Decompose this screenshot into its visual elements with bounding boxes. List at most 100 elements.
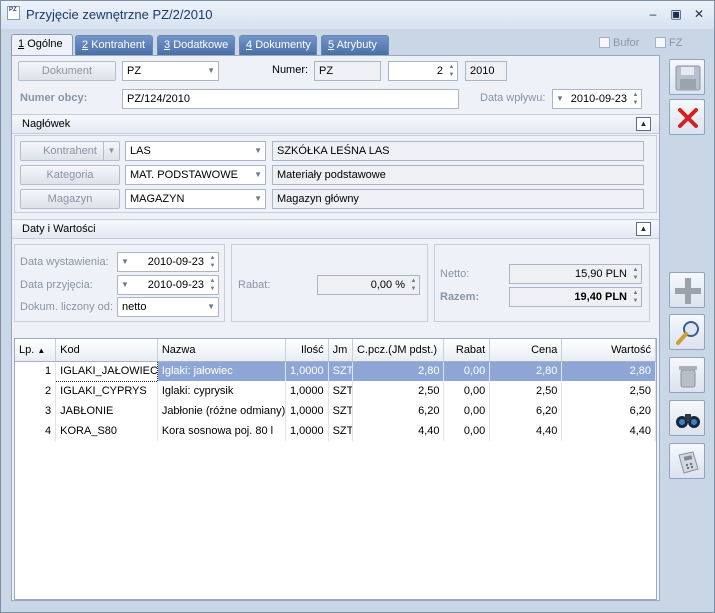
chevron-down-icon[interactable]: ▼ bbox=[121, 253, 129, 271]
table-row[interactable]: 3 JABŁONIE Jabłonie (różne odmiany) 1,00… bbox=[15, 401, 656, 421]
bufor-checkbox[interactable]: Bufor bbox=[599, 37, 639, 49]
cell-kod[interactable]: IGLAKI_JAŁOWIEC bbox=[55, 360, 158, 382]
kontrahent-code-select[interactable]: LAS ▼ bbox=[125, 141, 266, 161]
magazyn-name-field: Magazyn główny bbox=[272, 189, 644, 209]
chevron-down-icon[interactable]: ▼ bbox=[556, 90, 564, 108]
col-wartosc[interactable]: Wartość bbox=[561, 339, 656, 362]
collapse-icon[interactable]: ▲ bbox=[636, 117, 651, 131]
cell-wartosc: 4,40 bbox=[561, 421, 656, 441]
magnifier-icon bbox=[676, 321, 699, 345]
document-window: PZ Przyjęcie zewnętrzne PZ/2/2010 – ▣ ✕ … bbox=[0, 0, 715, 613]
col-ilosc[interactable]: Ilość bbox=[285, 339, 329, 362]
cell-ilosc: 1,0000 bbox=[285, 421, 329, 441]
data-wystawienia-label: Data wystawienia: bbox=[20, 256, 109, 268]
col-cena[interactable]: Cena bbox=[489, 339, 563, 362]
save-button[interactable] bbox=[669, 59, 705, 95]
spin-arrows-icon[interactable]: ▲ ▼ bbox=[209, 277, 216, 293]
daty-section-header: Daty i Wartości ▲ bbox=[12, 219, 659, 239]
cell-jm: SZT bbox=[328, 361, 353, 381]
items-grid: Lp. ▲ Kod Nazwa Ilość Jm C.pcz.(JM pdst.… bbox=[14, 338, 657, 600]
data-przyjecia-input[interactable]: ▼ 2010-09-23 ▲ ▼ bbox=[117, 275, 219, 295]
chevron-down-icon: ▼ bbox=[254, 194, 262, 203]
numer-obcy-input[interactable]: PZ/124/2010 bbox=[122, 89, 459, 109]
tab-dokumenty[interactable]: 4 Dokumenty bbox=[239, 35, 317, 55]
numer-prefix-field: PZ bbox=[314, 61, 381, 81]
tab-dodatkowe[interactable]: 3 Dodatkowe bbox=[157, 35, 235, 55]
spin-arrows-icon[interactable]: ▲ ▼ bbox=[448, 63, 455, 79]
col-rabat[interactable]: Rabat bbox=[443, 339, 491, 362]
minimize-icon[interactable]: – bbox=[645, 7, 661, 21]
cell-jm: SZT bbox=[328, 381, 353, 401]
cancel-button[interactable] bbox=[669, 99, 705, 135]
rabat-input[interactable]: 0,00 % ▲ ▼ bbox=[317, 275, 420, 295]
table-row[interactable]: 4 KORA_S80 Kora sosnowa poj. 80 l 1,0000… bbox=[15, 421, 656, 441]
data-wystawienia-input[interactable]: ▼ 2010-09-23 ▲ ▼ bbox=[117, 252, 219, 272]
chevron-down-icon: ▼ bbox=[207, 302, 215, 311]
delete-item-button[interactable] bbox=[669, 357, 705, 393]
cell-kod[interactable]: IGLAKI_CYPRYS bbox=[55, 381, 158, 401]
cell-nazwa: Jabłonie (różne odmiany) bbox=[157, 401, 286, 421]
col-lp[interactable]: Lp. ▲ bbox=[15, 339, 57, 362]
tab-ogolne[interactable]: 1 Ogólne bbox=[11, 34, 73, 56]
dokum-liczony-select[interactable]: netto ▼ bbox=[117, 297, 219, 317]
cell-lp: 2 bbox=[15, 381, 57, 401]
tab-atrybuty[interactable]: 5 Atrybuty bbox=[321, 35, 389, 55]
table-row[interactable]: 1 IGLAKI_JAŁOWIEC Iglaki: jałowiec 1,000… bbox=[15, 360, 656, 382]
numer-stepper[interactable]: 2 ▲ ▼ bbox=[388, 61, 458, 81]
kategoria-button[interactable]: Kategoria bbox=[20, 165, 120, 185]
col-kod[interactable]: Kod bbox=[55, 339, 158, 362]
fz-checkbox[interactable]: FZ bbox=[655, 37, 682, 49]
add-item-button[interactable] bbox=[669, 272, 705, 308]
data-wplywu-label: Data wpływu: bbox=[480, 92, 546, 104]
document-icon: PZ bbox=[7, 6, 20, 20]
kontrahent-button[interactable]: Kontrahent ▼ bbox=[20, 141, 120, 161]
general-tab-panel: Dokument PZ ▼ Numer: PZ 2 ▲ ▼ 2010 Numer ob… bbox=[11, 55, 660, 601]
collapse-icon[interactable]: ▲ bbox=[636, 222, 651, 236]
cell-wartosc: 2,50 bbox=[561, 381, 656, 401]
cell-rabat: 0,00 bbox=[443, 421, 491, 441]
data-wplywu-input[interactable]: ▼ 2010-09-23 ▲ ▼ bbox=[552, 89, 642, 109]
cell-cena-poczatkowa: 2,80 bbox=[352, 361, 445, 381]
netto-field: 15,90 PLN ▲ ▼ bbox=[509, 264, 642, 284]
dokument-select[interactable]: PZ ▼ bbox=[122, 61, 219, 81]
razem-field: 19,40 PLN ▲ ▼ bbox=[509, 287, 642, 307]
magazyn-button[interactable]: Magazyn bbox=[20, 189, 120, 209]
cell-jm: SZT bbox=[328, 401, 353, 421]
tab-kontrahent[interactable]: 2 Kontrahent bbox=[75, 35, 153, 55]
close-icon[interactable]: ✕ bbox=[691, 7, 707, 21]
cell-rabat: 0,00 bbox=[443, 381, 491, 401]
cell-rabat: 0,00 bbox=[443, 401, 491, 421]
kategoria-name-field: Materiały podstawowe bbox=[272, 165, 644, 185]
numer-label: Numer: bbox=[272, 64, 309, 76]
sort-asc-icon: ▲ bbox=[37, 345, 46, 355]
magazyn-code-select[interactable]: MAGAZYN ▼ bbox=[125, 189, 266, 209]
cell-nazwa: Kora sosnowa poj. 80 l bbox=[157, 421, 286, 441]
cell-cena-poczatkowa: 4,40 bbox=[352, 421, 445, 441]
spin-arrows-icon[interactable]: ▲ ▼ bbox=[209, 254, 216, 270]
cell-cena-poczatkowa: 2,50 bbox=[352, 381, 445, 401]
cash-register-icon bbox=[678, 451, 699, 474]
red-x-icon bbox=[678, 108, 698, 128]
dokument-button[interactable]: Dokument bbox=[18, 61, 116, 81]
cell-cena: 6,20 bbox=[489, 401, 563, 421]
razem-label: Razem: bbox=[440, 291, 480, 303]
table-row[interactable]: 2 IGLAKI_CYPRYS Iglaki: cyprysik 1,0000 … bbox=[15, 381, 656, 401]
kategoria-code-select[interactable]: MAT. PODSTAWOWE ▼ bbox=[125, 165, 266, 185]
cell-kod[interactable]: JABŁONIE bbox=[55, 401, 158, 421]
search-button[interactable] bbox=[669, 400, 705, 436]
col-nazwa[interactable]: Nazwa bbox=[157, 339, 286, 362]
cell-cena: 2,50 bbox=[489, 381, 563, 401]
col-cena-poczatkowa[interactable]: C.pcz.(JM pdst.) bbox=[352, 339, 445, 362]
edit-item-button[interactable] bbox=[669, 314, 705, 350]
cell-kod[interactable]: KORA_S80 bbox=[55, 421, 158, 441]
cell-cena: 4,40 bbox=[489, 421, 563, 441]
col-jm[interactable]: Jm bbox=[328, 339, 353, 362]
naglowek-title: Nagłówek bbox=[22, 118, 71, 130]
cell-ilosc: 1,0000 bbox=[285, 361, 329, 381]
spin-arrows-icon[interactable]: ▲ ▼ bbox=[632, 91, 639, 107]
chevron-down-icon[interactable]: ▼ bbox=[121, 276, 129, 294]
maximize-icon[interactable]: ▣ bbox=[668, 7, 684, 21]
spin-arrows-icon[interactable]: ▲ ▼ bbox=[410, 277, 417, 293]
calculator-button[interactable] bbox=[669, 443, 705, 479]
chevron-down-icon[interactable]: ▼ bbox=[103, 142, 119, 160]
